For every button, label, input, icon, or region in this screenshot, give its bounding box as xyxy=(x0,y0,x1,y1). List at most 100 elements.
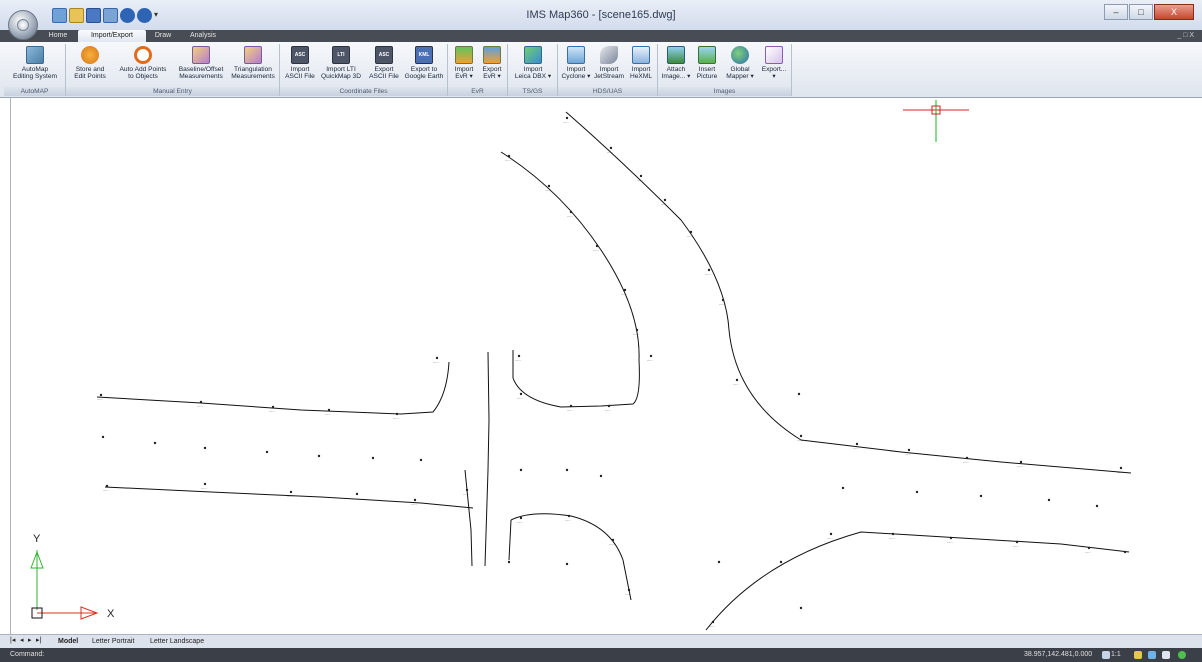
survey-point: ····· xyxy=(1013,540,1019,549)
import-evr-button[interactable]: Import EvR ▾ xyxy=(450,46,478,86)
triangulation-button[interactable]: Triangulation Measurements xyxy=(228,46,278,86)
survey-point xyxy=(565,468,569,472)
group-label-ts-gs: TS/GS xyxy=(508,87,557,96)
svg-text:·····: ····· xyxy=(1017,465,1023,469)
survey-point: ····· xyxy=(411,498,417,507)
road-line-left-vertical xyxy=(484,351,490,567)
annotation-visibility-icon[interactable] xyxy=(1134,651,1142,659)
first-layout-icon[interactable]: |◂ xyxy=(10,636,17,646)
survey-point: ····· xyxy=(433,356,439,365)
last-layout-icon[interactable]: ▸| xyxy=(36,636,43,646)
annotation-scale[interactable]: 1:1 xyxy=(1111,648,1121,662)
import-evr-icon xyxy=(455,46,473,64)
export-google-earth-button[interactable]: KML Export to Google Earth xyxy=(402,46,446,86)
attach-image-button[interactable]: Attach Image... ▾ xyxy=(660,46,692,86)
window-title: IMS Map360 - [scene165.dwg] xyxy=(526,9,676,21)
workspace-switch-icon[interactable] xyxy=(1148,651,1156,659)
svg-text:·····: ····· xyxy=(353,497,359,501)
tab-home[interactable]: Home xyxy=(40,30,76,42)
prev-layout-icon[interactable]: ◂ xyxy=(20,636,27,646)
automap-icon xyxy=(26,46,44,64)
annotation-scale-icon[interactable] xyxy=(1102,651,1110,659)
export-image-button[interactable]: Export... ▾ xyxy=(758,46,790,86)
toolbar-lock-icon[interactable] xyxy=(1162,651,1170,659)
survey-point: ····· xyxy=(853,442,859,451)
road-line-upper-curve xyxy=(500,151,640,408)
survey-point: ····· xyxy=(515,354,521,363)
survey-point xyxy=(1123,550,1127,554)
survey-point xyxy=(519,468,523,472)
svg-text:·····: ····· xyxy=(633,333,639,337)
survey-point xyxy=(599,474,603,478)
group-manual-entry: Store and Edit Points Auto Add Points to… xyxy=(66,44,280,96)
survey-point: ····· xyxy=(905,448,911,457)
global-mapper-icon xyxy=(731,46,749,64)
import-cyclone-button[interactable]: Import Cyclone ▾ xyxy=(560,46,592,86)
group-label-hds-uas: HDS/UAS xyxy=(558,87,657,96)
survey-point: ····· xyxy=(567,210,573,219)
tab-letter-portrait[interactable]: Letter Portrait xyxy=(92,635,134,649)
insert-picture-button[interactable]: Insert Picture xyxy=(692,46,722,86)
survey-point: ····· xyxy=(565,514,571,523)
survey-point xyxy=(265,450,269,454)
survey-point: ····· xyxy=(705,268,711,277)
svg-text:·····: ····· xyxy=(287,495,293,499)
tab-import-export[interactable]: Import/Export xyxy=(78,30,146,42)
global-mapper-button[interactable]: Global Mapper ▾ xyxy=(722,46,758,86)
survey-point: ····· xyxy=(517,392,523,401)
svg-text:·····: ····· xyxy=(197,405,203,409)
svg-text:·····: ····· xyxy=(705,273,711,277)
survey-point xyxy=(317,454,321,458)
coordinate-readout: 38.957,142.481,0.000 xyxy=(1024,651,1093,658)
import-ascii-button[interactable]: ASC Import ASCII File xyxy=(282,46,318,86)
import-leica-button[interactable]: Import Leica DBX ▾ xyxy=(510,46,556,86)
svg-text:·····: ····· xyxy=(607,151,613,155)
survey-point: ····· xyxy=(505,154,511,163)
auto-add-points-button[interactable]: Auto Add Points to Objects xyxy=(114,46,172,86)
tab-model[interactable]: Model xyxy=(58,635,78,649)
group-evr: Import EvR ▾ Export EvR ▾ EvR xyxy=(448,44,508,96)
tab-letter-landscape[interactable]: Letter Landscape xyxy=(150,635,204,649)
export-ascii-button[interactable]: ASC Export ASCII File xyxy=(366,46,402,86)
document-window-controls[interactable]: _ □ X xyxy=(1177,30,1194,42)
survey-point xyxy=(101,435,105,439)
command-line-label: Command: xyxy=(10,651,45,658)
automap-editing-button[interactable]: AutoMap Editing System xyxy=(6,46,64,86)
survey-point xyxy=(203,446,207,450)
survey-point xyxy=(1047,498,1051,502)
survey-point xyxy=(419,458,423,462)
crosshair-cursor xyxy=(903,100,969,142)
import-lti-button[interactable]: LTI Import LTI QuickMap 3D xyxy=(318,46,364,86)
status-bar: Command: 38.957,142.481,0.000 1:1 xyxy=(0,648,1202,662)
minimize-button[interactable]: – xyxy=(1104,4,1128,20)
import-hexml-button[interactable]: Import HeXML xyxy=(626,46,656,86)
svg-text:·····: ····· xyxy=(505,159,511,163)
svg-text:·····: ····· xyxy=(827,537,833,541)
survey-point: ····· xyxy=(947,536,953,545)
tab-draw[interactable]: Draw xyxy=(148,30,178,42)
status-ok-icon[interactable] xyxy=(1178,651,1186,659)
svg-text:·····: ····· xyxy=(625,593,631,597)
next-layout-icon[interactable]: ▸ xyxy=(28,636,35,646)
maximize-button[interactable]: □ xyxy=(1129,4,1153,20)
import-jetstream-button[interactable]: Import JetStream xyxy=(592,46,626,86)
baseline-offset-button[interactable]: Baseline/Offset Measurements xyxy=(174,46,228,86)
close-button[interactable]: X xyxy=(1154,4,1194,20)
survey-point: ····· xyxy=(1017,460,1023,469)
survey-point: ····· xyxy=(733,378,739,387)
survey-point xyxy=(507,560,511,564)
store-edit-points-button[interactable]: Store and Edit Points xyxy=(68,46,112,86)
survey-point xyxy=(153,441,157,445)
application-menu-button[interactable] xyxy=(8,10,38,40)
svg-text:·····: ····· xyxy=(963,461,969,465)
svg-text:·····: ····· xyxy=(593,249,599,253)
group-label-images: Images xyxy=(658,87,791,96)
survey-point: ····· xyxy=(517,516,523,525)
export-evr-button[interactable]: Export EvR ▾ xyxy=(478,46,506,86)
svg-text:·····: ····· xyxy=(433,361,439,365)
tab-analysis[interactable]: Analysis xyxy=(180,30,226,42)
survey-point: ····· xyxy=(269,405,275,414)
survey-point xyxy=(915,490,919,494)
survey-point: ····· xyxy=(609,538,615,547)
drawing-canvas[interactable]: ····· ····· ····· ····· ····· ····· ····… xyxy=(10,98,1202,634)
